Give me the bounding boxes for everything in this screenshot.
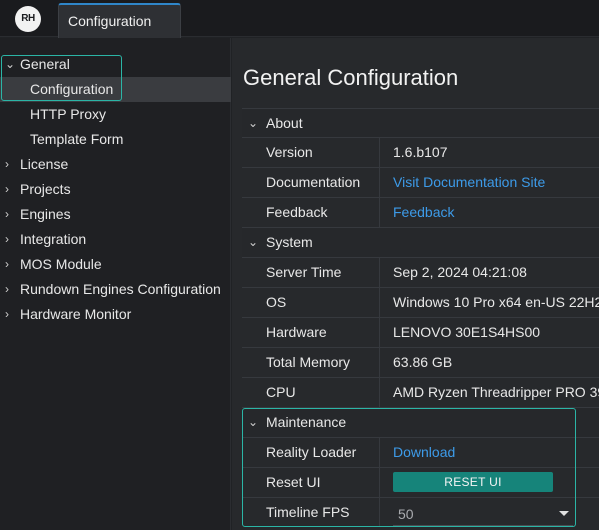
row-key: Hardware [266, 324, 327, 340]
server-time-value: Sep 2, 2024 04:21:08 [393, 264, 527, 280]
chevron-right-icon: › [5, 307, 9, 321]
timeline-fps-select[interactable]: 50 [393, 502, 573, 526]
column-divider [379, 348, 380, 377]
chevron-right-icon: › [5, 257, 9, 271]
sidebar-item-label: Template Form [30, 131, 124, 147]
cpu-value: AMD Ryzen Threadripper PRO 394 [393, 384, 599, 400]
chevron-right-icon: › [5, 232, 9, 246]
sidebar-item-projects[interactable]: › Projects [0, 177, 231, 202]
column-divider [379, 138, 380, 167]
column-divider [379, 318, 380, 347]
table-row: CPU AMD Ryzen Threadripper PRO 394 [242, 377, 599, 407]
row-key: Version [266, 144, 313, 160]
table-row: Reality Loader Download [242, 437, 599, 467]
sidebar-item-label: License [20, 156, 69, 172]
page-title: General Configuration [243, 65, 459, 90]
table-row: Documentation Visit Documentation Site [242, 167, 599, 197]
sidebar-item-license[interactable]: › License [0, 152, 231, 177]
app-window: RH Configuration ⌄ General Configuration… [0, 0, 599, 530]
sidebar-item-label: Projects [20, 181, 71, 197]
sidebar: ⌄ General Configuration HTTP Proxy Templ… [0, 38, 231, 530]
column-divider [379, 258, 380, 287]
sidebar-item-label: HTTP Proxy [30, 106, 106, 122]
column-divider [379, 168, 380, 197]
download-link[interactable]: Download [393, 438, 455, 467]
row-key: Reality Loader [266, 444, 357, 460]
chevron-right-icon: › [5, 182, 9, 196]
row-key: CPU [266, 384, 296, 400]
sidebar-item-label: Rundown Engines Configuration [20, 281, 221, 297]
main-panel: General Configuration ⌄ About Version 1.… [232, 38, 599, 530]
sidebar-item-label: Engines [20, 206, 71, 222]
os-value: Windows 10 Pro x64 en-US 22H2 [393, 294, 599, 310]
row-key: Total Memory [266, 354, 351, 370]
column-divider [379, 498, 380, 527]
documentation-link[interactable]: Visit Documentation Site [393, 168, 545, 197]
row-key: Documentation [266, 174, 361, 190]
sidebar-item-http-proxy[interactable]: HTTP Proxy [0, 102, 231, 127]
chevron-right-icon: › [5, 157, 9, 171]
row-key: Server Time [266, 264, 342, 280]
section-header-system[interactable]: ⌄ System [242, 227, 599, 257]
sidebar-item-label: MOS Module [20, 256, 102, 272]
table-row: Hardware LENOVO 30E1S4HS00 [242, 317, 599, 347]
sidebar-item-hardware-monitor[interactable]: › Hardware Monitor [0, 302, 231, 327]
chevron-down-icon: ⌄ [5, 57, 16, 71]
sidebar-item-template-form[interactable]: Template Form [0, 127, 231, 152]
table-row: Server Time Sep 2, 2024 04:21:08 [242, 257, 599, 287]
section-title: System [266, 234, 313, 250]
row-key: OS [266, 294, 287, 310]
column-divider [379, 198, 380, 227]
top-bar: RH Configuration [0, 0, 599, 38]
section-header-maintenance[interactable]: ⌄ Maintenance [242, 407, 599, 437]
hardware-value: LENOVO 30E1S4HS00 [393, 324, 541, 340]
sidebar-item-engines[interactable]: › Engines [0, 202, 231, 227]
section-title: Maintenance [266, 414, 347, 430]
chevron-right-icon: › [5, 207, 9, 221]
table-row: Version 1.6.b107 [242, 137, 599, 167]
chevron-down-icon: ⌄ [248, 235, 259, 249]
chevron-right-icon: › [5, 282, 9, 296]
sidebar-item-rundown-engines[interactable]: › Rundown Engines Configuration [0, 277, 231, 302]
column-divider [379, 378, 380, 407]
app-logo-icon[interactable]: RH [15, 6, 41, 32]
sidebar-item-general[interactable]: ⌄ General [0, 52, 231, 77]
table-row: Total Memory 63.86 GB [242, 347, 599, 377]
total-memory-value: 63.86 GB [393, 354, 453, 370]
table-row: OS Windows 10 Pro x64 en-US 22H2 [242, 287, 599, 317]
sidebar-item-label: Hardware Monitor [20, 306, 132, 322]
sidebar-item-label: General [20, 56, 70, 72]
section-header-about[interactable]: ⌄ About [242, 108, 599, 138]
sidebar-item-configuration[interactable]: Configuration [0, 77, 231, 102]
sidebar-item-label: Configuration [30, 81, 114, 97]
sidebar-item-integration[interactable]: › Integration [0, 227, 231, 252]
row-key: Timeline FPS [266, 504, 350, 520]
select-underline [393, 525, 573, 526]
sidebar-item-label: Integration [20, 231, 87, 247]
chevron-down-icon: ⌄ [248, 415, 259, 429]
row-key: Reset UI [266, 474, 321, 490]
row-key: Feedback [266, 204, 328, 220]
table-row: Feedback Feedback [242, 197, 599, 227]
column-divider [379, 468, 380, 497]
caret-down-icon [559, 511, 569, 516]
reset-ui-button[interactable]: RESET UI [393, 472, 553, 492]
timeline-fps-value: 50 [398, 506, 414, 522]
section-title: About [266, 115, 303, 131]
column-divider [379, 438, 380, 467]
column-divider [379, 288, 380, 317]
version-value: 1.6.b107 [393, 144, 448, 160]
sidebar-item-mos-module[interactable]: › MOS Module [0, 252, 231, 277]
feedback-link[interactable]: Feedback [393, 198, 454, 227]
tab-configuration[interactable]: Configuration [58, 3, 181, 38]
chevron-down-icon: ⌄ [248, 116, 259, 130]
